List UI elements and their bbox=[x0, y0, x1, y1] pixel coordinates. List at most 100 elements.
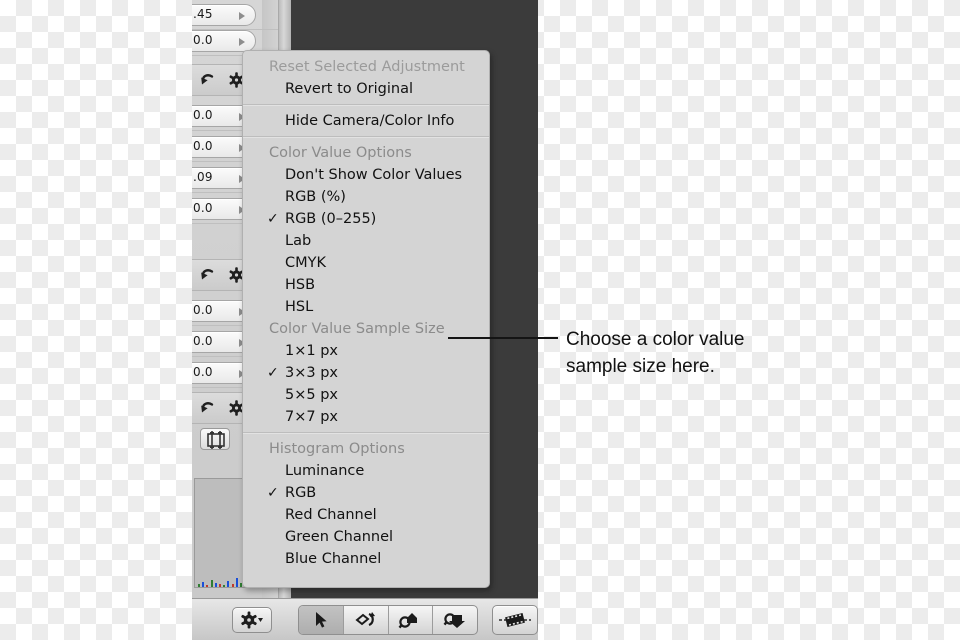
menu-item[interactable]: ✓ RGB bbox=[243, 482, 489, 504]
callout-line-2: sample size here. bbox=[566, 356, 715, 377]
gear-icon bbox=[241, 611, 263, 629]
menu-section-header: Color Value Options bbox=[243, 142, 489, 164]
callout-leader-line bbox=[448, 337, 558, 339]
menu-item[interactable]: 7×7 px bbox=[243, 406, 489, 428]
menu-item-label: Don't Show Color Values bbox=[285, 167, 463, 183]
menu-item[interactable]: Hide Camera/Color Info bbox=[243, 110, 489, 132]
checkmark-icon: ✓ bbox=[267, 365, 279, 381]
numeric-field-value: 0.0 bbox=[193, 33, 213, 47]
crop-tool-button[interactable] bbox=[433, 606, 477, 634]
menu-item-label: RGB (0–255) bbox=[285, 211, 377, 227]
menu-item-label: Color Value Options bbox=[269, 145, 412, 161]
undo-arrow-icon bbox=[201, 269, 214, 280]
histogram-bar bbox=[198, 584, 200, 587]
contextual-menu[interactable]: Reset Selected Adjustment Revert to Origi… bbox=[242, 50, 490, 588]
menu-separator bbox=[243, 432, 489, 434]
straighten-tool-button[interactable] bbox=[389, 606, 434, 634]
histogram-bar bbox=[223, 585, 226, 587]
menu-item-label: Color Value Sample Size bbox=[269, 321, 445, 337]
histogram-bar bbox=[214, 583, 217, 587]
menu-item-label: RGB bbox=[285, 485, 317, 501]
menu-item-label: HSL bbox=[285, 299, 314, 315]
crop-icon bbox=[443, 613, 466, 628]
undo-arrow-icon bbox=[201, 402, 214, 413]
undo-button[interactable] bbox=[199, 399, 217, 417]
menu-item[interactable]: Red Channel bbox=[243, 504, 489, 526]
menu-item[interactable]: 1×1 px bbox=[243, 340, 489, 362]
levels-icon bbox=[207, 431, 225, 449]
menu-item-label: 7×7 px bbox=[285, 409, 338, 425]
menu-item-label: Lab bbox=[285, 233, 312, 249]
menu-item[interactable]: Lab bbox=[243, 230, 489, 252]
histogram-bar bbox=[235, 578, 238, 587]
menu-item[interactable]: Green Channel bbox=[243, 526, 489, 548]
straighten-icon bbox=[398, 613, 418, 629]
screenshot-root: .45 0.0 0.0 0.0 .09 0.0 0.0 0.0 0.0 Reset… bbox=[0, 0, 960, 640]
menu-item-label: 5×5 px bbox=[285, 387, 338, 403]
levels-icon-button[interactable] bbox=[200, 428, 230, 450]
bottom-toolbar bbox=[192, 598, 538, 640]
callout-text: Choose a color value sample size here. bbox=[566, 326, 886, 380]
numeric-field-value: .45 bbox=[193, 7, 213, 21]
histogram-bar bbox=[231, 584, 234, 587]
undo-button[interactable] bbox=[199, 71, 217, 89]
menu-section-header: Histogram Options bbox=[243, 438, 489, 460]
filmstrip-button[interactable] bbox=[492, 605, 538, 635]
undo-button[interactable] bbox=[199, 266, 217, 284]
menu-item[interactable]: HSL bbox=[243, 296, 489, 318]
numeric-field[interactable]: .45 bbox=[192, 4, 256, 26]
histogram-bar bbox=[210, 580, 213, 587]
menu-item-label: Luminance bbox=[285, 463, 365, 479]
rotate-icon bbox=[355, 612, 375, 627]
menu-item-label: HSB bbox=[285, 277, 316, 293]
histogram-bar bbox=[206, 585, 209, 587]
menu-item[interactable]: RGB (%) bbox=[243, 186, 489, 208]
disclosure-triangle-icon[interactable] bbox=[239, 38, 245, 46]
histogram-bar bbox=[227, 581, 230, 587]
numeric-field-value: 0.0 bbox=[193, 108, 213, 122]
menu-item[interactable]: Don't Show Color Values bbox=[243, 164, 489, 186]
checkmark-icon: ✓ bbox=[267, 211, 279, 227]
tool-group bbox=[298, 605, 478, 635]
menu-item-label: Histogram Options bbox=[269, 441, 405, 457]
numeric-field-value: 0.0 bbox=[193, 365, 213, 379]
menu-item[interactable]: 5×5 px bbox=[243, 384, 489, 406]
menu-item-label: RGB (%) bbox=[285, 189, 346, 205]
histogram-bar bbox=[219, 584, 221, 587]
numeric-field[interactable]: 0.0 bbox=[192, 30, 256, 52]
toolbar-gear-button[interactable] bbox=[232, 607, 272, 633]
undo-arrow-icon bbox=[201, 74, 214, 85]
menu-item-label: 1×1 px bbox=[285, 343, 338, 359]
menu-item[interactable]: CMYK bbox=[243, 252, 489, 274]
menu-item[interactable]: Reset Selected Adjustment bbox=[243, 56, 489, 78]
numeric-field-value: 0.0 bbox=[193, 201, 213, 215]
menu-item-label: Blue Channel bbox=[285, 551, 382, 567]
menu-item[interactable]: Revert to Original bbox=[243, 78, 489, 100]
select-arrow-tool-button[interactable] bbox=[299, 606, 344, 634]
menu-item[interactable]: Blue Channel bbox=[243, 548, 489, 570]
numeric-field-value: 0.0 bbox=[193, 303, 213, 317]
rotate-tool-button[interactable] bbox=[344, 606, 389, 634]
menu-item-label: Hide Camera/Color Info bbox=[285, 113, 455, 129]
menu-item-label: Reset Selected Adjustment bbox=[269, 59, 465, 75]
histogram-bar bbox=[202, 582, 205, 587]
menu-item-label: Green Channel bbox=[285, 529, 394, 545]
checkmark-icon: ✓ bbox=[267, 485, 279, 501]
menu-item[interactable]: Luminance bbox=[243, 460, 489, 482]
menu-item-label: CMYK bbox=[285, 255, 327, 271]
menu-item-label: Revert to Original bbox=[285, 81, 414, 97]
numeric-field-value: 0.0 bbox=[193, 334, 213, 348]
callout-line-1: Choose a color value bbox=[566, 329, 745, 350]
disclosure-triangle-icon[interactable] bbox=[239, 12, 245, 20]
menu-separator bbox=[243, 136, 489, 138]
menu-item-label: 3×3 px bbox=[285, 365, 338, 381]
numeric-field-value: .09 bbox=[193, 170, 213, 184]
menu-item[interactable]: HSB bbox=[243, 274, 489, 296]
menu-item[interactable]: ✓ 3×3 px bbox=[243, 362, 489, 384]
filmstrip-icon bbox=[499, 612, 531, 628]
numeric-field-value: 0.0 bbox=[193, 139, 213, 153]
menu-separator bbox=[243, 104, 489, 106]
menu-item-label: Red Channel bbox=[285, 507, 377, 523]
menu-item[interactable]: ✓ RGB (0–255) bbox=[243, 208, 489, 230]
cursor-arrow-icon bbox=[315, 612, 327, 628]
